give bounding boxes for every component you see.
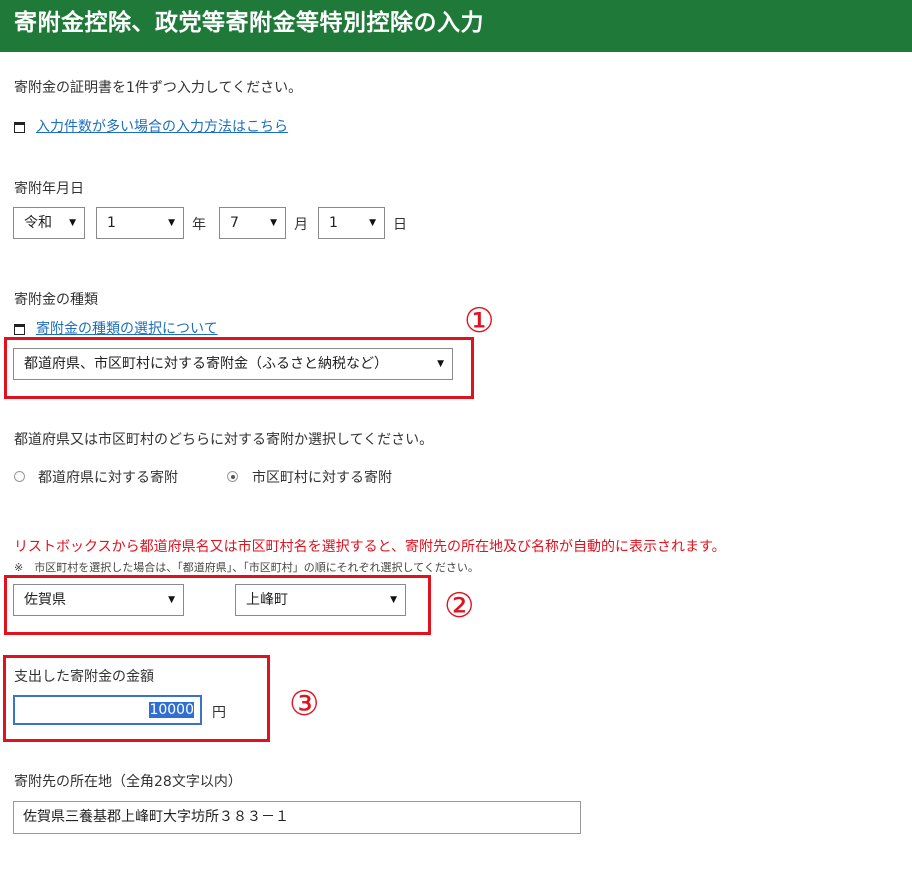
caret-down-icon: ▼ <box>168 595 175 605</box>
address-input[interactable]: 佐賀県三養基郡上峰町大字坊所３８３－１ <box>13 801 581 834</box>
year-value: 1 <box>107 215 116 231</box>
day-value: 1 <box>329 215 338 231</box>
caret-down-icon: ▼ <box>270 218 277 228</box>
caret-down-icon: ▼ <box>69 218 76 228</box>
kind-select[interactable]: 都道府県、市区町村に対する寄附金（ふるさと納税など） ▼ <box>13 348 453 380</box>
bulk-input-link[interactable]: 入力件数が多い場合の入力方法はこちら <box>36 116 288 136</box>
amount-unit: 円 <box>212 705 226 721</box>
radio-prefecture[interactable] <box>14 471 25 482</box>
annotation-1: ① <box>464 301 495 341</box>
month-value: 7 <box>230 215 239 231</box>
radio-city-label[interactable]: 市区町村に対する寄附 <box>252 467 392 487</box>
city-value: 上峰町 <box>246 592 288 608</box>
era-value: 令和 <box>24 215 52 231</box>
auto-fill-info: リストボックスから都道府県名又は市区町村名を選択すると、寄附先の所在地及び名称が… <box>14 539 726 555</box>
month-unit: 月 <box>294 217 308 233</box>
caret-down-icon: ▼ <box>168 218 175 228</box>
date-label: 寄附年月日 <box>14 181 84 197</box>
year-unit: 年 <box>192 217 206 233</box>
era-select[interactable]: 令和 ▼ <box>13 207 85 239</box>
prefecture-select[interactable]: 佐賀県 ▼ <box>13 584 184 616</box>
intro-text: 寄附金の証明書を1件ずつ入力してください。 <box>14 80 303 96</box>
caret-down-icon: ▼ <box>437 359 444 369</box>
selection-note: ※ 市区町村を選択した場合は、「都道府県」、「市区町村」の順にそれぞれ選択してく… <box>14 561 479 574</box>
annotation-2: ② <box>444 586 475 626</box>
address-label: 寄附先の所在地（全角28文字以内） <box>14 774 242 790</box>
amount-input[interactable]: 10000 <box>13 695 202 725</box>
day-unit: 日 <box>393 217 407 233</box>
window-icon <box>14 122 25 133</box>
radio-city[interactable] <box>227 471 238 482</box>
prefecture-value: 佐賀県 <box>24 592 66 608</box>
amount-value: 10000 <box>149 702 194 718</box>
kind-label: 寄附金の種類 <box>14 292 98 308</box>
kind-help-link[interactable]: 寄附金の種類の選択について <box>36 318 218 338</box>
amount-label: 支出した寄附金の金額 <box>14 669 154 685</box>
day-select[interactable]: 1 ▼ <box>318 207 385 239</box>
caret-down-icon: ▼ <box>369 218 376 228</box>
window-icon <box>14 324 25 335</box>
month-select[interactable]: 7 ▼ <box>219 207 286 239</box>
target-question: 都道府県又は市区町村のどちらに対する寄附か選択してください。 <box>14 432 434 448</box>
city-select[interactable]: 上峰町 ▼ <box>235 584 406 616</box>
caret-down-icon: ▼ <box>390 595 397 605</box>
radio-prefecture-label[interactable]: 都道府県に対する寄附 <box>38 467 178 487</box>
kind-value: 都道府県、市区町村に対する寄附金（ふるさと納税など） <box>24 356 388 372</box>
annotation-3: ③ <box>289 684 320 724</box>
page-title: 寄附金控除、政党等寄附金等特別控除の入力 <box>0 0 912 52</box>
year-select[interactable]: 1 ▼ <box>96 207 184 239</box>
address-value: 佐賀県三養基郡上峰町大字坊所３８３－１ <box>23 809 289 825</box>
